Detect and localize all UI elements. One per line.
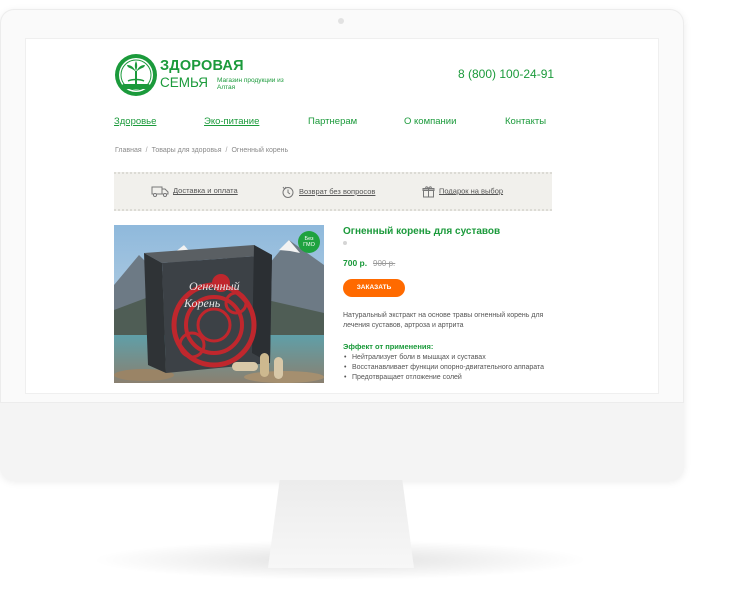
no-gmo-badge: Без ГМО — [298, 231, 320, 253]
no-gmo-badge-line2: ГМО — [303, 242, 315, 248]
brand-name-line2: СЕМЬЯ — [160, 75, 209, 90]
monitor-stand — [268, 480, 414, 568]
nav-item-eco-food[interactable]: Эко-питание — [204, 116, 259, 127]
perk-delivery[interactable]: Доставка и оплата — [151, 185, 238, 199]
breadcrumb: Главная / Товары для здоровья / Огненный кор… — [115, 147, 288, 154]
product-old-price: 900 р. — [373, 259, 396, 268]
site-logo[interactable]: ЗДОРОВАЯ СЕМЬЯ Магазин продукции из Алта… — [114, 53, 284, 97]
svg-text:Огненный: Огненный — [189, 279, 240, 293]
header-phone[interactable]: 8 (800) 100-24-91 — [458, 67, 554, 81]
gallery-dot[interactable] — [343, 241, 347, 245]
perk-return[interactable]: Возврат без вопросов — [281, 185, 375, 199]
perk-return-label: Возврат без вопросов — [299, 186, 376, 196]
product-photo[interactable]: Огненный Корень — [114, 225, 324, 383]
list-item: Нейтрализует боли в мышцах и суставах — [343, 353, 558, 363]
product-description: Натуральный экстракт на основе травы огн… — [343, 312, 544, 329]
leaf-wreath-logo-icon — [115, 54, 157, 96]
product-title: Огненный корень для суставов — [343, 226, 501, 237]
list-item: Восстанавливает функции опорно-двигатель… — [343, 363, 558, 373]
perk-delivery-label: Доставка и оплата — [173, 185, 238, 195]
perk-gift-label: Подарок на выбор — [439, 186, 504, 196]
brand-tagline: Магазин продукции из Алтая — [217, 77, 284, 91]
monitor-chin — [0, 402, 684, 481]
camera-dot — [338, 18, 344, 24]
main-nav: Здоровье Эко-питание Партнерам О компани… — [114, 116, 554, 132]
nav-item-health[interactable]: Здоровье — [114, 116, 156, 127]
delivery-truck-icon — [151, 186, 169, 197]
breadcrumb-separator: / — [225, 147, 228, 154]
nav-item-contacts[interactable]: Контакты — [505, 116, 546, 127]
effect-heading: Эффект от применения: — [343, 342, 434, 351]
perks-band: Доставка и оплата Возврат без вопросов П… — [114, 172, 552, 211]
brand-name-line1: ЗДОРОВАЯ — [160, 58, 244, 74]
svg-text:Корень: Корень — [183, 296, 221, 310]
breadcrumb-separator: / — [145, 147, 148, 154]
gift-icon — [422, 186, 435, 198]
nav-item-about[interactable]: О компании — [404, 116, 456, 127]
order-button[interactable]: ЗАКАЗАТЬ — [343, 279, 405, 297]
breadcrumb-home[interactable]: Главная — [115, 147, 142, 154]
product-image: Огненный Корень — [114, 225, 324, 383]
list-item: Предотвращает отложение солей — [343, 373, 558, 383]
perk-gift[interactable]: Подарок на выбор — [422, 185, 503, 199]
breadcrumb-category[interactable]: Товары для здоровья — [152, 147, 222, 154]
website-screen: ЗДОРОВАЯ СЕМЬЯ Магазин продукции из Алта… — [25, 38, 659, 394]
product-price: 700 р. — [343, 258, 368, 268]
nav-item-partners[interactable]: Партнерам — [308, 116, 357, 127]
effects-list: Нейтрализует боли в мышцах и суставах Во… — [343, 353, 558, 383]
breadcrumb-current: Огненный корень — [231, 147, 289, 154]
return-clock-icon — [282, 186, 294, 198]
